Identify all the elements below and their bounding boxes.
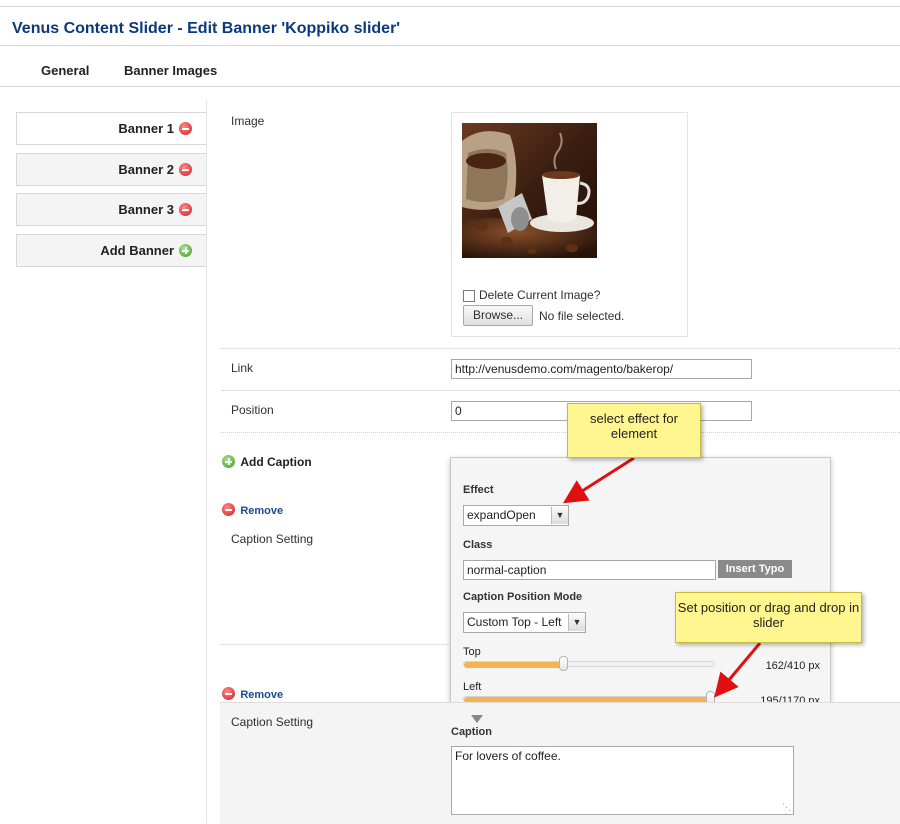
resize-handle-icon[interactable]: ⋱ [782, 802, 792, 812]
position-note: Set position or drag and drop in slider [675, 592, 862, 643]
chevron-down-icon: ▼ [568, 614, 585, 631]
class-input[interactable]: normal-caption [463, 560, 716, 580]
image-label: Image [231, 114, 265, 128]
delete-image-label: Delete Current Image? [479, 288, 601, 302]
image-preview-box: Delete Current Image? No file selected. [451, 112, 688, 337]
remove-caption-button-2[interactable]: Remove [222, 687, 283, 701]
sidebar-item-banner-3[interactable]: Banner 3 [16, 193, 206, 226]
effect-label: Effect [463, 484, 494, 496]
divider [221, 432, 900, 433]
delete-image-checkbox[interactable] [463, 290, 475, 302]
sidebar-item-label: Banner 3 [118, 202, 174, 217]
caption-label: Caption [451, 726, 492, 738]
position-label: Position [231, 403, 274, 417]
add-caption-button[interactable]: Add Caption [222, 455, 312, 469]
remove-caption-label: Remove [240, 505, 284, 517]
sidebar-divider [206, 100, 207, 823]
remove-icon [222, 687, 235, 701]
position-mode-value: Custom Top - Left [467, 615, 562, 629]
remove-icon[interactable] [179, 163, 192, 177]
remove-icon[interactable] [179, 203, 192, 217]
link-input[interactable]: http://venusdemo.com/magento/bakerop/ [451, 359, 752, 379]
class-label: Class [463, 539, 493, 551]
tab-banner-images[interactable]: Banner Images [124, 63, 217, 78]
remove-icon [222, 503, 235, 517]
sidebar-item-add-banner[interactable]: Add Banner [16, 234, 206, 267]
no-file-label: No file selected. [539, 309, 625, 323]
sidebar-item-banner-1[interactable]: Banner 1 [16, 112, 206, 145]
browse-button[interactable]: Browse... [463, 305, 533, 326]
sidebar-item-label: Add Banner [100, 243, 174, 258]
effect-note: select effect for element [567, 403, 701, 458]
tab-general[interactable]: General [41, 63, 89, 78]
caption-settings-popup: Effect expandOpen ▼ Class normal-caption… [450, 457, 831, 716]
effect-select[interactable]: expandOpen ▼ [463, 505, 569, 526]
add-icon[interactable] [179, 244, 192, 258]
link-label: Link [231, 361, 254, 375]
pointer-triangle-icon [471, 715, 483, 723]
add-caption-label: Add Caption [240, 455, 312, 469]
page-title: Venus Content Slider - Edit Banner 'Kopp… [12, 20, 401, 37]
caption-setting-label: Caption Setting [231, 532, 314, 546]
caption-textarea[interactable]: For lovers of coffee. [451, 746, 794, 815]
left-label: Left [463, 681, 482, 693]
divider [221, 390, 900, 391]
divider [221, 348, 900, 349]
position-mode-select[interactable]: Custom Top - Left ▼ [463, 612, 586, 633]
add-icon [222, 455, 235, 469]
chevron-down-icon: ▼ [551, 507, 568, 524]
divider [221, 644, 450, 645]
top-slider-handle[interactable] [559, 656, 568, 671]
sidebar-item-label: Banner 2 [118, 162, 174, 177]
remove-caption-label: Remove [240, 689, 284, 701]
remove-icon[interactable] [179, 122, 192, 136]
caption-setting-label-2: Caption Setting [231, 715, 314, 729]
banner-image-thumbnail [462, 123, 597, 258]
sidebar-item-label: Banner 1 [118, 121, 174, 136]
effect-value: expandOpen [467, 508, 536, 522]
top-slider[interactable] [463, 661, 715, 668]
sidebar-item-banner-2[interactable]: Banner 2 [16, 153, 206, 186]
insert-typo-button[interactable]: Insert Typo [718, 560, 792, 578]
top-label: Top [463, 646, 481, 658]
remove-caption-button[interactable]: Remove [222, 503, 283, 517]
top-slider-fill [464, 662, 564, 668]
top-value: 162/410 px [765, 660, 820, 672]
position-mode-label: Caption Position Mode [463, 591, 583, 603]
